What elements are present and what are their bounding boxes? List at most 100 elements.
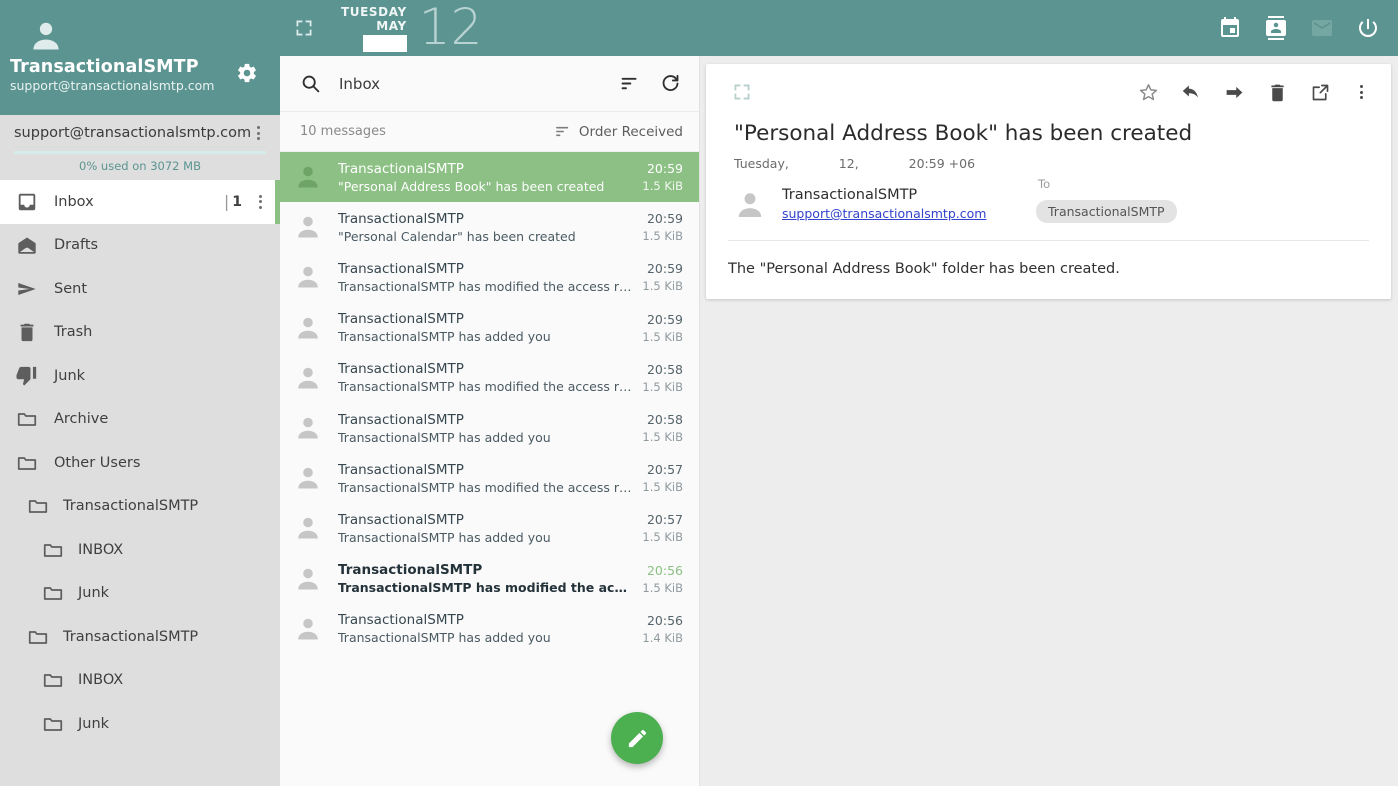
draft-envelope-icon	[18, 237, 36, 254]
table-row[interactable]: TransactionalSMTP "Personal Address Book…	[280, 152, 699, 203]
quota-usage-text: 0% used on 3072 MB	[0, 154, 280, 180]
account-kebab-menu-icon[interactable]	[251, 123, 266, 143]
sidebar-item-junk[interactable]: Junk	[0, 354, 280, 398]
order-received-label: Order Received	[578, 123, 683, 140]
table-row[interactable]: TransactionalSMTP TransactionalSMTP has …	[280, 402, 699, 454]
pencil-icon	[628, 729, 646, 747]
table-row[interactable]: TransactionalSMTP TransactionalSMTP has …	[280, 603, 699, 654]
message-size: 1.5 KiB	[642, 329, 683, 344]
account-row[interactable]: support@transactionalsmtp.com	[0, 115, 280, 151]
sender-name: TransactionalSMTP	[782, 187, 918, 203]
power-icon[interactable]	[1356, 16, 1380, 40]
reply-arrow-icon[interactable]	[1181, 82, 1202, 103]
message-size: 1.4 KiB	[642, 630, 683, 645]
sidebar-item-label: Junk	[78, 585, 110, 602]
folder-count-separator: |	[223, 192, 230, 212]
sidebar-item-label: Drafts	[54, 237, 99, 254]
open-external-icon[interactable]	[1310, 82, 1331, 103]
sidebar-item-archive[interactable]: Archive	[0, 398, 280, 442]
message-size: 1.5 KiB	[642, 279, 683, 294]
message-time: 20:59	[646, 311, 683, 327]
table-row[interactable]: TransactionalSMTP TransactionalSMTP has …	[280, 453, 699, 504]
sidebar-item-junk-sub-2[interactable]: Junk	[0, 702, 280, 746]
sidebar-item-transactionalsmtp-1[interactable]: TransactionalSMTP	[0, 485, 280, 529]
sidebar-item-drafts[interactable]: Drafts	[0, 224, 280, 268]
compose-button[interactable]	[611, 712, 663, 764]
folder-icon	[28, 500, 48, 514]
table-row[interactable]: TransactionalSMTP TransactionalSMTP has …	[280, 553, 699, 604]
message-subject: TransactionalSMTP has added you	[338, 529, 551, 545]
fullscreen-icon[interactable]	[732, 82, 752, 102]
message-subject: TransactionalSMTP has added you	[338, 429, 551, 445]
fullscreen-icon[interactable]	[294, 18, 314, 38]
message-sender: TransactionalSMTP	[338, 411, 464, 428]
date-day-number: 12	[418, 0, 483, 56]
sidebar-item-sent[interactable]: Sent	[0, 267, 280, 311]
date-text-column: TUESDAY MAY	[341, 0, 407, 52]
search-input[interactable]	[339, 74, 599, 93]
reading-pane: "Personal Address Book" has been created…	[700, 56, 1398, 786]
message-body: The "Personal Address Book" folder has b…	[728, 261, 1120, 277]
table-row[interactable]: TransactionalSMTP TransactionalSMTP has …	[280, 503, 699, 554]
date-month: MAY	[376, 19, 407, 33]
kebab-menu-icon[interactable]	[1353, 82, 1369, 103]
person-icon	[298, 217, 318, 238]
message-size: 1.5 KiB	[642, 430, 683, 445]
sidebar-item-inbox[interactable]: Inbox | 1	[0, 180, 280, 224]
table-row[interactable]: TransactionalSMTP TransactionalSMTP has …	[280, 302, 699, 353]
message-time: 20:57	[646, 462, 683, 478]
search-icon[interactable]	[300, 73, 321, 94]
recipient-chip[interactable]: TransactionalSMTP	[1036, 200, 1177, 223]
table-row[interactable]: TransactionalSMTP TransactionalSMTP has …	[280, 352, 699, 403]
order-received-button[interactable]: Order Received	[554, 123, 683, 140]
refresh-icon[interactable]	[660, 73, 681, 94]
sidebar: TransactionalSMTP support@transactionals…	[0, 0, 280, 786]
mail-application: TransactionalSMTP support@transactionals…	[0, 0, 1398, 786]
person-icon	[298, 467, 318, 489]
message-date-time: 20:59 +06	[908, 156, 976, 171]
folder-icon	[43, 674, 63, 688]
message-time: 20:56	[646, 612, 683, 628]
account-display-name: TransactionalSMTP	[10, 57, 199, 77]
person-icon	[298, 367, 318, 389]
message-list: TransactionalSMTP "Personal Address Book…	[280, 152, 699, 786]
folder-icon	[43, 543, 63, 557]
person-icon	[298, 166, 318, 188]
message-sender: TransactionalSMTP	[338, 361, 464, 378]
message-time: 20:57	[646, 512, 683, 528]
person-icon	[298, 417, 318, 439]
inbox-kebab-menu-icon[interactable]	[252, 192, 268, 212]
sidebar-item-inbox-sub-1[interactable]: INBOX	[0, 528, 280, 572]
sidebar-item-inbox-sub-2[interactable]: INBOX	[0, 659, 280, 703]
sort-icon[interactable]	[619, 73, 640, 94]
sidebar-item-junk-sub-1[interactable]: Junk	[0, 572, 280, 616]
message-toolbar	[706, 64, 1391, 120]
sidebar-item-other-users[interactable]: Other Users	[0, 441, 280, 485]
sidebar-item-trash[interactable]: Trash	[0, 311, 280, 355]
to-label: To	[1038, 177, 1051, 191]
inbox-unread-count: 1	[232, 193, 242, 210]
send-arrow-icon	[18, 282, 36, 295]
contacts-icon[interactable]	[1264, 16, 1288, 40]
search-bar	[280, 56, 699, 112]
trash-icon[interactable]	[1267, 82, 1288, 103]
top-bar: TUESDAY MAY 12	[280, 0, 1398, 56]
folder-icon	[43, 717, 63, 731]
mail-icon[interactable]	[1310, 16, 1334, 40]
person-icon	[298, 518, 318, 539]
gear-icon[interactable]	[236, 62, 258, 84]
message-subject: TransactionalSMTP has added you	[338, 630, 551, 646]
calendar-icon[interactable]	[1218, 16, 1242, 40]
sidebar-item-label: TransactionalSMTP	[63, 628, 199, 645]
date-display: TUESDAY MAY 12	[341, 0, 482, 56]
sidebar-item-transactionalsmtp-2[interactable]: TransactionalSMTP	[0, 615, 280, 659]
star-icon[interactable]	[1138, 82, 1159, 103]
sidebar-item-label: Archive	[54, 411, 109, 428]
message-sender: TransactionalSMTP	[338, 612, 464, 629]
table-row[interactable]: TransactionalSMTP TransactionalSMTP has …	[280, 252, 699, 303]
sidebar-item-label: INBOX	[78, 672, 124, 689]
forward-arrow-icon[interactable]	[1224, 82, 1245, 103]
message-size: 1.5 KiB	[642, 530, 683, 545]
sender-email-link[interactable]: support@transactionalsmtp.com	[782, 206, 986, 221]
table-row[interactable]: TransactionalSMTP "Personal Calendar" ha…	[280, 202, 699, 253]
